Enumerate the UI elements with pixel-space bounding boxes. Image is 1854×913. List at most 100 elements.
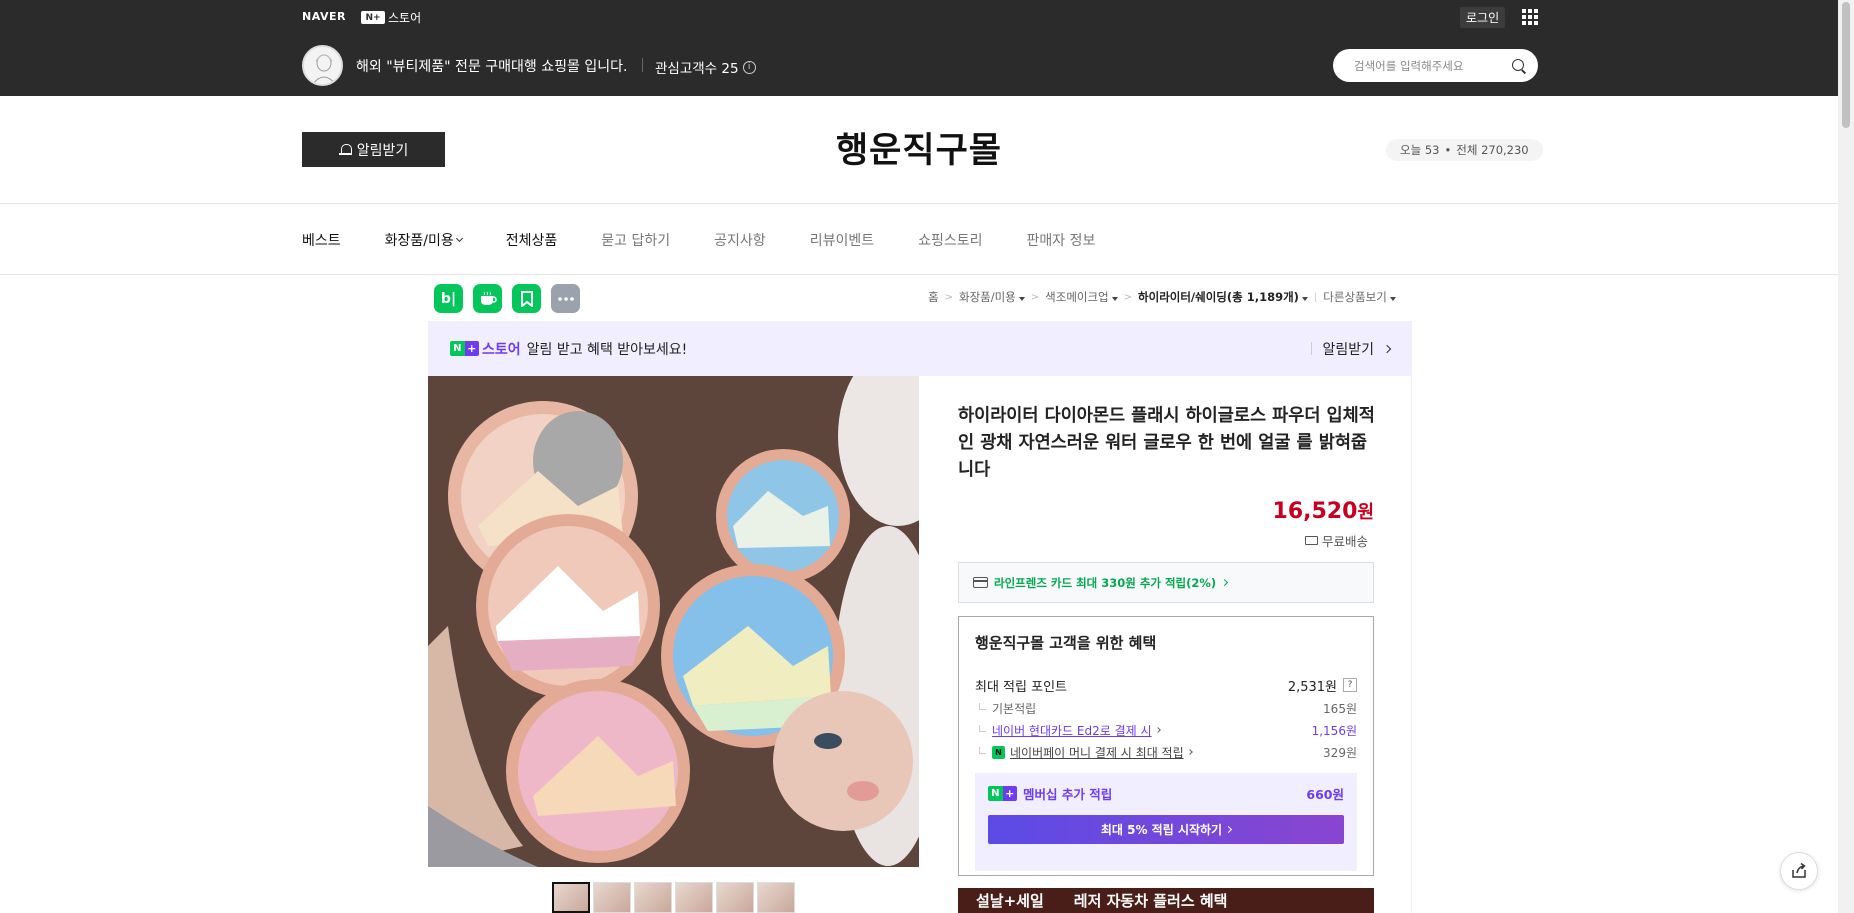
visitor-count: 오늘 53 • 전체 270,230 [1386, 139, 1543, 161]
customer-benefit-box: 행운직구몰 고객을 위한 혜택 최대 적립 포인트 2,531원 ? 기본적립 … [958, 616, 1374, 876]
nav-item-cosmetics[interactable]: 화장품/미용 [385, 230, 463, 250]
nav-item-review-event[interactable]: 리뷰이벤트 [810, 230, 874, 250]
banner-left-text: 설날+세일 [976, 892, 1044, 910]
more-share-button[interactable] [551, 284, 580, 313]
breadcrumb-divider: | [1313, 291, 1318, 303]
thumbnail[interactable] [552, 882, 590, 913]
credit-card-icon [973, 577, 988, 588]
points-row: N 네이버페이 머니 결제 시 최대 적립 329원 [975, 741, 1357, 763]
event-banner[interactable]: 설날+세일 레저 자동차 플러스 혜택 [958, 888, 1374, 913]
breadcrumb-cat2[interactable]: 색조메이크업 [1045, 289, 1118, 305]
promo-alarm-link[interactable]: 알림받기 [1311, 339, 1392, 359]
max-points-value: 2,531원 [1287, 679, 1337, 695]
thumbnail[interactable] [634, 882, 672, 913]
product-title: 하이라이터 다이아몬드 플래시 하이글로스 파우더 입체적인 광채 자연스러운 … [958, 406, 1375, 480]
points-row-value: 165원 [1323, 701, 1357, 716]
search-icon[interactable] [1512, 58, 1526, 73]
divider [0, 274, 1838, 275]
login-button[interactable]: 로그인 [1460, 7, 1506, 28]
store-title[interactable]: 행운직구몰 [0, 122, 1838, 173]
banner-right-text: 레저 자동차 플러스 혜택 [1073, 892, 1228, 910]
nav-item-seller-info[interactable]: 판매자 정보 [1027, 230, 1096, 250]
breadcrumb-home[interactable]: 홈 [928, 289, 939, 305]
nstore-logo[interactable]: N+ 스토어 [361, 9, 421, 26]
shop-description: 해외 "뷰티제품" 전문 구매대행 쇼핑몰 입니다. [356, 59, 628, 75]
visitor-today: 오늘 53 [1400, 143, 1440, 157]
benefit-title: 행운직구몰 고객을 위한 혜택 [975, 634, 1157, 652]
highlighter-compacts-image [428, 376, 919, 867]
naver-logo[interactable]: NAVER [302, 10, 346, 23]
card-benefit-text: 라인프렌즈 카드 최대 330원 추가 적립(2%) [994, 575, 1217, 590]
product-price: 16,520원 [1273, 498, 1374, 524]
breadcrumb-sep: > [944, 291, 953, 303]
chevron-right-icon [1225, 825, 1233, 834]
more-icon [557, 296, 574, 301]
nav-item-best[interactable]: 베스트 [302, 230, 341, 250]
npay-money-link[interactable]: 네이버페이 머니 결제 시 최대 적립 [1010, 744, 1184, 761]
thumbnail[interactable] [675, 882, 713, 913]
thumbnail[interactable] [593, 882, 631, 913]
header-divider [642, 58, 643, 72]
cafe-share-button[interactable] [473, 284, 502, 313]
price-value: 16,520 [1272, 499, 1358, 524]
nstore-label: 스토어 [388, 11, 422, 25]
thumbnail-strip [552, 882, 795, 913]
store-alarm-promo: N + 스토어 알림 받고 혜택 받아보세요! 알림받기 [428, 321, 1412, 376]
promo-store-label: 스토어 [482, 341, 521, 358]
search-input[interactable] [1354, 58, 1504, 73]
chevron-down-icon [455, 234, 463, 243]
scrollbar-track[interactable] [1838, 0, 1854, 913]
product-main-image[interactable] [428, 376, 919, 867]
max-points-label: 최대 적립 포인트 [975, 679, 1067, 695]
nav-item-qna[interactable]: 묻고 답하기 [601, 230, 670, 250]
visitor-total: 전체 270,230 [1456, 143, 1529, 157]
nstore-promo-logo: N + 스토어 [450, 339, 521, 359]
thumbnail[interactable] [716, 882, 754, 913]
bookmark-share-button[interactable] [512, 284, 541, 313]
blog-icon: b| [440, 290, 457, 307]
thumbnail[interactable] [757, 882, 795, 913]
shipping-info: 무료배송 [1305, 531, 1368, 550]
npay-icon: N [992, 745, 1005, 759]
store-avatar[interactable] [302, 45, 343, 86]
nav-item-notice[interactable]: 공지사항 [714, 230, 766, 250]
search-box[interactable] [1333, 49, 1538, 82]
membership-box: N + 멤버십 추가 적립 660원 최대 5% 적립 시작하기 [975, 773, 1357, 871]
breadcrumb: 홈 > 화장품/미용 > 색조메이크업 > 하이라이터/쉐이딩(총 1,189개… [928, 289, 1396, 305]
breadcrumb-cat1[interactable]: 화장품/미용 [959, 289, 1025, 305]
membership-row: N + 멤버십 추가 적립 660원 [988, 783, 1344, 803]
interest-count: 관심고객수 25 i [655, 57, 756, 77]
nav-item-shopping-story[interactable]: 쇼핑스토리 [918, 230, 982, 250]
blog-share-button[interactable]: b| [434, 284, 463, 313]
info-icon[interactable]: i [742, 60, 756, 74]
points-row-value: 329원 [1323, 745, 1357, 760]
breadcrumb-other-products[interactable]: 다른상품보기 [1323, 289, 1396, 305]
hyundai-card-link[interactable]: 네이버 현대카드 Ed2로 결제 시 [992, 722, 1152, 739]
visitor-dot: • [1444, 143, 1452, 157]
nplus-badge: N+ [988, 785, 1017, 801]
shipping-label: 무료배송 [1322, 534, 1369, 549]
interest-label: 관심고객수 25 [655, 61, 739, 77]
points-row-label: 기본적립 [992, 701, 1037, 716]
card-benefit-link[interactable]: 라인프렌즈 카드 최대 330원 추가 적립(2%) [958, 562, 1374, 603]
chevron-right-icon [1382, 344, 1392, 353]
scrollbar-thumb[interactable] [1842, 2, 1850, 128]
membership-start-button[interactable]: 최대 5% 적립 시작하기 [988, 815, 1344, 844]
nplus-badge: N+ [450, 341, 479, 356]
divider [0, 203, 1838, 204]
chevron-right-icon [1221, 578, 1229, 587]
category-nav: 베스트 화장품/미용 전체상품 묻고 답하기 공지사항 리뷰이벤트 쇼핑스토리 … [302, 230, 1139, 250]
grid-menu-icon[interactable] [1522, 9, 1538, 25]
breadcrumb-sep: > [1123, 291, 1133, 303]
breadcrumb-cat3[interactable]: 하이라이터/쉐이딩(총 1,189개) [1138, 289, 1308, 305]
points-row: 기본적립 165원 [975, 697, 1357, 719]
bookmark-icon [520, 290, 533, 307]
chevron-right-icon [1154, 727, 1161, 733]
help-icon[interactable]: ? [1343, 678, 1357, 692]
membership-value: 660원 [1306, 786, 1344, 802]
promo-alarm-label: 알림받기 [1322, 341, 1374, 358]
share-icon [1792, 862, 1806, 878]
nplus-badge: N+ [361, 11, 385, 24]
nav-item-all-products[interactable]: 전체상품 [506, 230, 558, 250]
floating-share-button[interactable] [1780, 852, 1818, 890]
